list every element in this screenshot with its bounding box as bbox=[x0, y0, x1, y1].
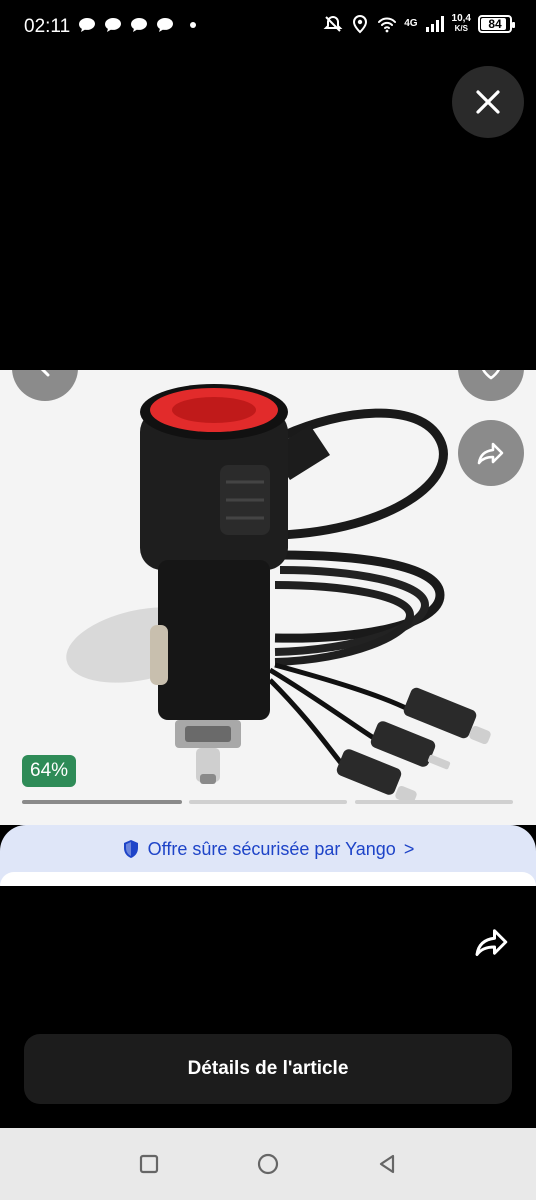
details-sheet-edge bbox=[0, 872, 536, 886]
system-navigation-bar bbox=[0, 1128, 536, 1200]
location-icon bbox=[353, 14, 368, 34]
circle-icon bbox=[257, 1153, 279, 1175]
network-speed-unit: K/S bbox=[454, 24, 468, 33]
signal-icon bbox=[425, 16, 444, 32]
status-time: 02:11 bbox=[24, 16, 71, 37]
message-bubble-icon bbox=[79, 18, 95, 32]
wifi-icon bbox=[378, 17, 397, 33]
gallery-progress-segment-1 bbox=[22, 800, 182, 804]
gallery-progress-segment-3 bbox=[355, 800, 513, 804]
network-speed-value: 10,4 bbox=[451, 13, 471, 24]
network-type: 4G bbox=[404, 18, 418, 29]
more-notifications-dot bbox=[190, 22, 196, 28]
product-image bbox=[66, 384, 491, 805]
battery-indicator: 84 bbox=[478, 15, 515, 33]
share-button-secondary[interactable] bbox=[470, 920, 514, 964]
shield-icon bbox=[123, 840, 138, 858]
close-icon bbox=[476, 90, 500, 114]
chevron-left-icon bbox=[40, 370, 50, 377]
network-speed: 10,4 K/S bbox=[452, 14, 471, 34]
message-bubble-icon bbox=[131, 18, 147, 32]
message-bubble-icon bbox=[157, 18, 173, 32]
share-button[interactable] bbox=[458, 420, 524, 486]
recent-apps-button[interactable] bbox=[129, 1144, 169, 1184]
status-bar: 02:11 4G 10,4 K/S 84 bbox=[0, 0, 536, 52]
discount-badge: 64% bbox=[22, 755, 77, 787]
close-button[interactable] bbox=[452, 66, 524, 138]
secure-offer-chevron: > bbox=[403, 838, 415, 859]
product-image-gallery[interactable]: 64% bbox=[0, 370, 536, 825]
message-bubble-icon bbox=[105, 18, 121, 32]
notification-icons bbox=[78, 17, 196, 33]
status-indicators: 4G 10,4 K/S 84 bbox=[323, 14, 515, 34]
share-icon bbox=[477, 442, 504, 465]
bell-off-icon bbox=[323, 15, 343, 32]
square-icon bbox=[140, 1154, 159, 1174]
share-icon bbox=[475, 929, 508, 956]
system-back-button[interactable] bbox=[367, 1144, 407, 1184]
secure-offer-text: Offre sûre sécurisée par Yango bbox=[147, 838, 396, 859]
item-details-button[interactable]: Détails de l'article bbox=[24, 1034, 512, 1104]
gallery-progress-segment-2 bbox=[189, 800, 347, 804]
battery-level: 84 bbox=[488, 17, 502, 31]
triangle-back-icon bbox=[379, 1154, 394, 1174]
home-button[interactable] bbox=[248, 1144, 288, 1184]
heart-icon bbox=[482, 370, 500, 380]
secure-offer-content: Offre sûre sécurisée par Yango > bbox=[122, 837, 415, 861]
